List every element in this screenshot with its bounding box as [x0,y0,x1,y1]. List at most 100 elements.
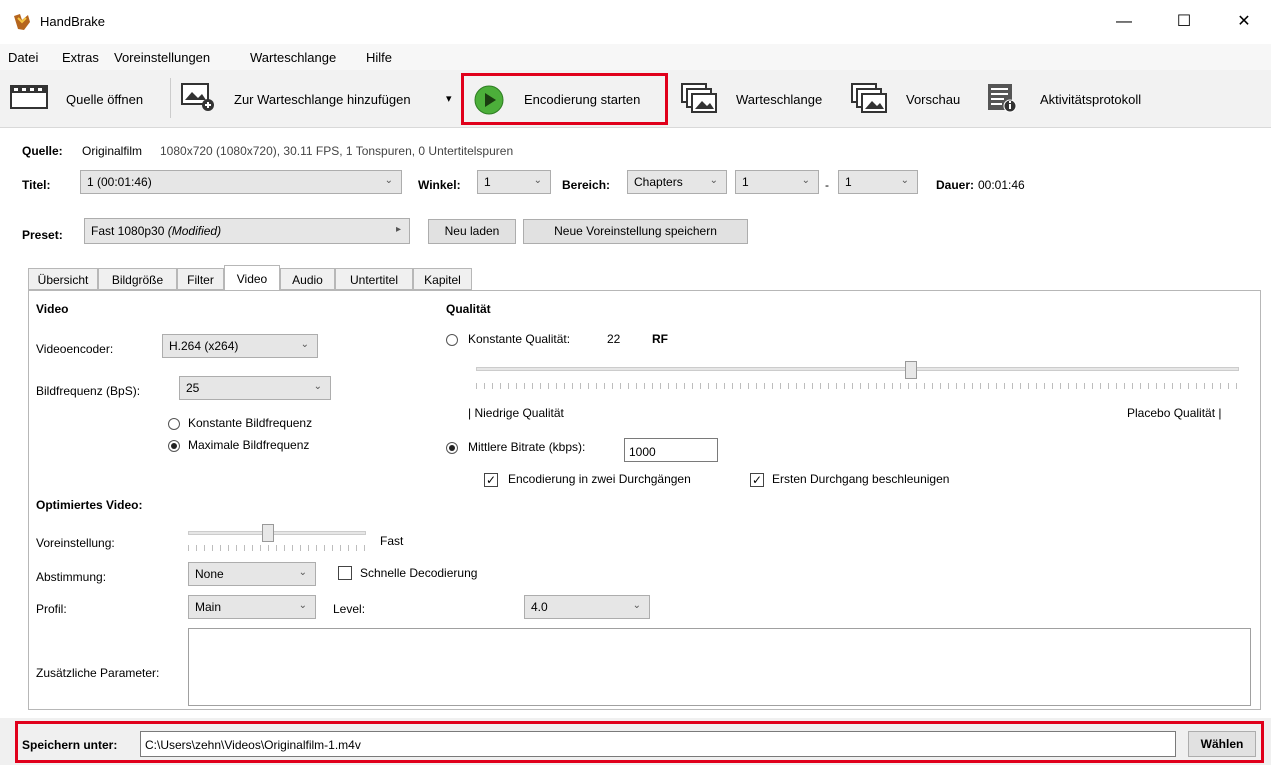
tune-value: None [195,567,224,581]
encoder-dropdown[interactable]: H.264 (x264) ⌄ [162,334,318,358]
reload-preset-button[interactable]: Neu laden [428,219,516,244]
chevron-down-icon: ⌄ [900,175,909,186]
open-source-button[interactable]: Quelle öffnen [66,92,143,107]
quality-section-title: Qualität [446,302,491,316]
low-quality-label: | Niedrige Qualität [468,406,564,420]
encoder-preset-slider-thumb[interactable] [262,524,275,542]
preview-button[interactable]: Vorschau [906,92,960,107]
tab-kapitel[interactable]: Kapitel [413,268,472,290]
chevron-right-icon: ▸ [395,224,401,235]
turbo-first-pass-label: Ersten Durchgang beschleunigen [772,472,950,486]
tab-video[interactable]: Video [224,265,280,291]
constant-quality-radio[interactable] [446,334,458,346]
tune-label: Abstimmung: [36,570,107,584]
source-label: Quelle: [22,144,63,158]
encoder-preset-ticks [188,545,366,551]
rf-unit: RF [652,332,668,346]
title-dropdown[interactable]: 1 (00:01:46) ⌄ [80,170,402,194]
encoder-value: H.264 (x264) [169,339,239,353]
activity-log-button[interactable]: Aktivitätsprotokoll [1040,92,1141,107]
two-pass-checkbox[interactable]: ✓ [484,473,498,487]
turbo-first-pass-checkbox[interactable]: ✓ [750,473,764,487]
menu-datei[interactable]: Datei [8,50,38,65]
duration-value: 00:01:46 [978,178,1025,192]
two-pass-label: Encodierung in zwei Durchgängen [508,472,691,486]
range-label: Bereich: [562,178,611,192]
optimized-section-title: Optimiertes Video: [36,498,143,512]
fast-decode-checkbox[interactable] [338,566,352,580]
fps-dropdown[interactable]: 25 ⌄ [179,376,331,400]
bitrate-value: 1000 [629,445,656,459]
profile-dropdown[interactable]: Main ⌄ [188,595,316,619]
chevron-down-icon: ⌄ [300,339,309,350]
encoder-label: Videoencoder: [36,342,114,356]
close-button[interactable]: ✕ [1224,8,1264,36]
preset-label: Preset: [22,228,63,242]
duration-label: Dauer: [936,178,975,192]
highlight-start-encode [461,73,668,125]
toolbar-divider [170,78,171,118]
quality-slider-ticks [476,383,1239,389]
tab-untertitel[interactable]: Untertitel [335,268,413,290]
level-dropdown[interactable]: 4.0 ⌄ [524,595,650,619]
chevron-down-icon: ⌄ [298,567,307,578]
handbrake-logo-icon [14,14,30,30]
video-section-title: Video [36,302,69,316]
menu-voreinstellungen[interactable]: Voreinstellungen [114,50,210,65]
preview-icon[interactable] [850,82,888,114]
title-label: Titel: [22,178,51,192]
title-value: 1 (00:01:46) [87,175,152,189]
encoder-preset-label: Voreinstellung: [36,536,115,550]
chevron-down-icon: ⌄ [533,175,542,186]
chevron-down-icon[interactable]: ▾ [446,92,452,105]
range-type-dropdown[interactable]: Chapters ⌄ [627,170,727,194]
encoder-preset-slider-track[interactable] [188,531,366,535]
window-title: HandBrake [40,14,106,29]
add-to-queue-button[interactable]: Zur Warteschlange hinzufügen [234,92,411,107]
extra-params-textarea[interactable] [188,628,1251,706]
avg-bitrate-radio[interactable] [446,442,458,454]
level-label: Level: [333,602,366,616]
tab-filter[interactable]: Filter [177,268,224,290]
peak-fps-radio[interactable] [168,440,180,452]
save-new-preset-button[interactable]: Neue Voreinstellung speichern [523,219,748,244]
tab-uebersicht[interactable]: Übersicht [28,268,98,290]
source-info: 1080x720 (1080x720), 30.11 FPS, 1 Tonspu… [160,144,514,158]
preset-modified: (Modified) [167,224,222,238]
source-name: Originalfilm [82,144,143,158]
placebo-quality-label: Placebo Qualität | [1127,406,1222,420]
activity-log-icon[interactable] [986,82,1018,114]
encoder-preset-value: Fast [380,534,404,548]
range-from-dropdown[interactable]: 1 ⌄ [735,170,819,194]
angle-label: Winkel: [418,178,461,192]
profile-value: Main [195,600,222,614]
add-to-queue-icon[interactable] [180,80,216,112]
minimize-button[interactable]: — [1104,8,1144,36]
tab-bildgroesse[interactable]: Bildgröße [98,268,177,290]
fps-label: Bildfrequenz (BpS): [36,384,141,398]
queue-button[interactable]: Warteschlange [736,92,822,107]
menu-extras[interactable]: Extras [62,50,99,65]
quality-slider-track[interactable] [476,367,1239,371]
maximize-button[interactable]: ☐ [1164,8,1204,36]
range-to-value: 1 [845,175,852,189]
highlight-save-bar [15,721,1264,763]
constant-quality-label: Konstante Qualität: [468,332,571,346]
tab-audio[interactable]: Audio [280,268,335,290]
constant-fps-radio[interactable] [168,418,180,430]
angle-dropdown[interactable]: 1 ⌄ [477,170,551,194]
constant-fps-label: Konstante Bildfrequenz [188,416,313,430]
menu-warteschlange[interactable]: Warteschlange [250,50,336,65]
range-to-dropdown[interactable]: 1 ⌄ [838,170,918,194]
constant-quality-value: 22 [607,332,621,346]
preset-selector[interactable]: Fast 1080p30 (Modified) ▸ [84,218,410,244]
film-clapper-icon[interactable] [10,84,48,110]
quality-slider-thumb[interactable] [904,361,917,379]
tune-dropdown[interactable]: None ⌄ [188,562,316,586]
bitrate-input[interactable]: 1000 [624,438,718,462]
fast-decode-label: Schnelle Decodierung [360,566,478,580]
extra-params-label: Zusätzliche Parameter: [36,666,160,680]
queue-icon[interactable] [680,82,718,114]
chevron-down-icon: ⌄ [801,175,810,186]
menu-hilfe[interactable]: Hilfe [366,50,392,65]
